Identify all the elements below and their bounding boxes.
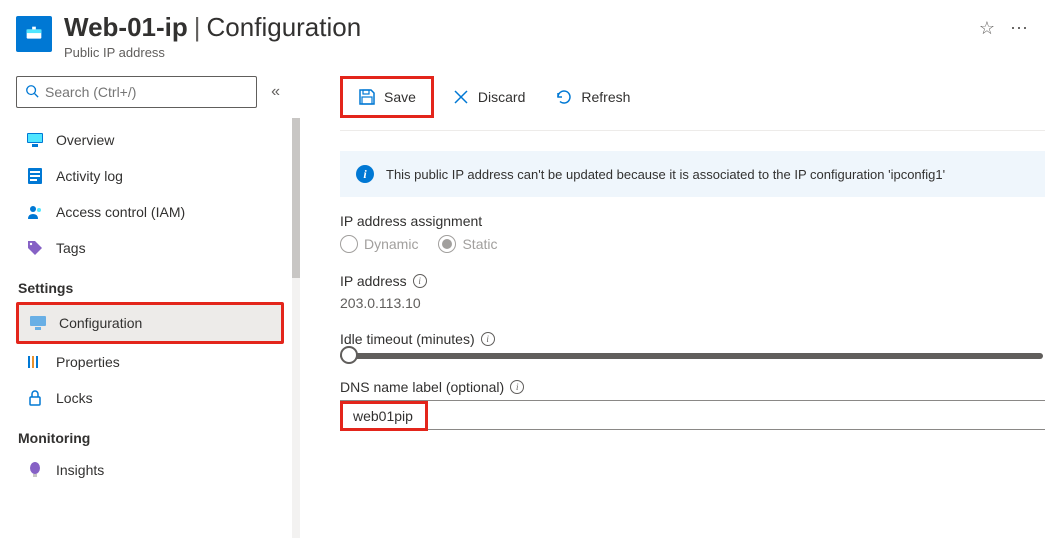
ip-assignment-label: IP address assignment	[340, 213, 1045, 229]
nav-configuration[interactable]: Configuration	[16, 302, 284, 344]
idle-timeout-label: Idle timeout (minutes)	[340, 331, 475, 347]
activity-log-icon	[26, 167, 44, 185]
nav-label: Locks	[56, 390, 93, 406]
nav-tags[interactable]: Tags	[16, 230, 284, 266]
configuration-icon	[29, 314, 47, 332]
main-content: Save Discard Refresh i This public IP ad…	[300, 68, 1045, 542]
radio-static-label: Static	[462, 236, 497, 252]
tags-icon	[26, 239, 44, 257]
dns-name-section: DNS name label (optional) i	[340, 379, 1045, 430]
radio-icon	[340, 235, 358, 253]
favorite-star-icon[interactable]: ☆	[977, 18, 997, 38]
nav-access-control[interactable]: Access control (IAM)	[16, 194, 284, 230]
radio-icon	[438, 235, 456, 253]
radio-dynamic-label: Dynamic	[364, 236, 418, 252]
access-control-icon	[26, 203, 44, 221]
radio-static[interactable]: Static	[438, 235, 497, 253]
info-banner: i This public IP address can't be update…	[340, 151, 1045, 197]
sidebar-scrollbar[interactable]	[292, 118, 300, 538]
ip-address-label: IP address	[340, 273, 407, 289]
refresh-icon	[555, 88, 573, 106]
resource-type-subtitle: Public IP address	[64, 45, 965, 60]
search-icon	[25, 84, 39, 101]
save-label: Save	[384, 89, 416, 105]
nav-properties[interactable]: Properties	[16, 344, 284, 380]
page-header: Web-01-ip | Configuration Public IP addr…	[0, 0, 1045, 68]
info-banner-text: This public IP address can't be updated …	[386, 167, 945, 182]
nav-label: Overview	[56, 132, 114, 148]
overview-icon	[26, 131, 44, 149]
collapse-sidebar-icon[interactable]: «	[267, 79, 284, 105]
nav-locks[interactable]: Locks	[16, 380, 284, 416]
nav-settings-header: Settings	[16, 266, 284, 302]
dns-name-input[interactable]	[343, 404, 425, 428]
info-tooltip-icon[interactable]: i	[413, 274, 427, 288]
sidebar-search[interactable]	[16, 76, 257, 108]
locks-icon	[26, 389, 44, 407]
slider-thumb[interactable]	[340, 346, 358, 364]
public-ip-resource-icon	[16, 16, 52, 52]
nav-label: Access control (IAM)	[56, 204, 185, 220]
sidebar-search-input[interactable]	[45, 84, 248, 100]
nav-label: Properties	[56, 354, 120, 370]
resource-name: Web-01-ip	[64, 12, 188, 43]
nav-main-group: Overview Activity log Access control (IA…	[16, 122, 284, 266]
save-icon	[358, 88, 376, 106]
discard-icon	[452, 88, 470, 106]
nav-label: Configuration	[59, 315, 142, 331]
dns-name-label: DNS name label (optional)	[340, 379, 504, 395]
nav-label: Insights	[56, 462, 104, 478]
title-separator: |	[194, 12, 201, 43]
nav-monitoring-group: Insights	[16, 452, 284, 488]
nav-settings-group: Configuration Properties Locks	[16, 302, 284, 416]
idle-timeout-section: Idle timeout (minutes) i	[340, 331, 1045, 359]
nav-monitoring-header: Monitoring	[16, 416, 284, 452]
page-title: Web-01-ip | Configuration	[64, 12, 965, 43]
refresh-label: Refresh	[581, 89, 630, 105]
refresh-button[interactable]: Refresh	[543, 82, 642, 112]
save-button[interactable]: Save	[346, 82, 428, 112]
nav-label: Tags	[56, 240, 86, 256]
sidebar-scrollbar-thumb[interactable]	[292, 118, 300, 278]
radio-dynamic[interactable]: Dynamic	[340, 235, 418, 253]
info-tooltip-icon[interactable]: i	[481, 332, 495, 346]
toolbar: Save Discard Refresh	[340, 68, 1045, 131]
info-icon: i	[356, 165, 374, 183]
ip-address-section: IP address i 203.0.113.10	[340, 273, 1045, 311]
insights-icon	[26, 461, 44, 479]
ip-assignment-section: IP address assignment Dynamic Static	[340, 213, 1045, 253]
ip-address-value: 203.0.113.10	[340, 295, 1045, 311]
sidebar: « Overview Activity log Access control (…	[0, 68, 300, 542]
nav-insights[interactable]: Insights	[16, 452, 284, 488]
discard-label: Discard	[478, 89, 525, 105]
page-name: Configuration	[207, 12, 362, 43]
discard-button[interactable]: Discard	[440, 82, 537, 112]
info-tooltip-icon[interactable]: i	[510, 380, 524, 394]
nav-label: Activity log	[56, 168, 123, 184]
properties-icon	[26, 353, 44, 371]
more-menu-icon[interactable]: ⋯	[1009, 18, 1029, 38]
idle-timeout-slider[interactable]	[340, 353, 1043, 359]
nav-activity-log[interactable]: Activity log	[16, 158, 284, 194]
nav-overview[interactable]: Overview	[16, 122, 284, 158]
